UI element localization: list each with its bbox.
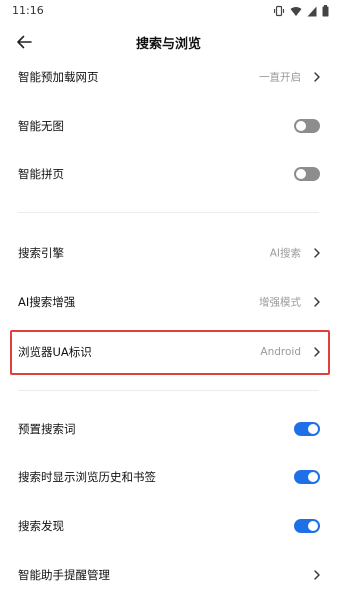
preset-search-words-toggle[interactable] bbox=[294, 422, 320, 436]
setting-ai-search-enhance[interactable]: AI搜索增强 增强模式 bbox=[0, 280, 337, 324]
smart-no-image-toggle[interactable] bbox=[294, 119, 320, 133]
search-discovery-toggle[interactable] bbox=[294, 519, 320, 533]
setting-label: 智能拼页 bbox=[18, 167, 64, 181]
section-divider bbox=[18, 390, 319, 391]
setting-label: 预置搜索词 bbox=[18, 422, 76, 436]
setting-smart-no-image[interactable]: 智能无图 bbox=[0, 104, 337, 148]
setting-label: AI搜索增强 bbox=[18, 295, 76, 309]
battery-icon bbox=[322, 5, 329, 17]
toggle-knob bbox=[308, 424, 318, 434]
highlight-box bbox=[10, 330, 330, 375]
chevron-right-icon bbox=[314, 570, 320, 580]
vibrate-icon bbox=[273, 5, 285, 17]
chevron-right-icon bbox=[314, 72, 320, 82]
page-title: 搜索与浏览 bbox=[135, 37, 201, 52]
setting-value: AI搜索 bbox=[269, 247, 301, 260]
smart-page-join-toggle[interactable] bbox=[294, 167, 320, 181]
toggle-knob bbox=[308, 521, 318, 531]
setting-smart-page-join[interactable]: 智能拼页 bbox=[0, 152, 337, 196]
toggle-knob bbox=[308, 472, 318, 482]
chevron-right-icon bbox=[314, 297, 320, 307]
setting-value: 增强模式 bbox=[259, 296, 301, 309]
setting-search-engine[interactable]: 搜索引擎 AI搜索 bbox=[0, 231, 337, 275]
setting-label: 搜索时显示浏览历史和书签 bbox=[18, 470, 156, 484]
signal-icon bbox=[307, 6, 317, 16]
toggle-knob bbox=[296, 169, 306, 179]
setting-label: 搜索发现 bbox=[18, 519, 64, 533]
setting-label: 智能预加载网页 bbox=[18, 70, 99, 84]
section-divider bbox=[18, 212, 319, 213]
setting-smart-preload[interactable]: 智能预加载网页 一直开启 bbox=[0, 55, 337, 99]
toggle-knob bbox=[296, 121, 306, 131]
show-history-bookmarks-toggle[interactable] bbox=[294, 470, 320, 484]
setting-preset-search-words[interactable]: 预置搜索词 bbox=[0, 407, 337, 451]
setting-label: 智能助手提醒管理 bbox=[18, 568, 110, 582]
chevron-right-icon bbox=[314, 248, 320, 258]
setting-assistant-reminders[interactable]: 智能助手提醒管理 bbox=[0, 553, 337, 597]
setting-show-history-bookmarks[interactable]: 搜索时显示浏览历史和书签 bbox=[0, 455, 337, 499]
status-time: 11:16 bbox=[12, 4, 44, 17]
setting-label: 搜索引擎 bbox=[18, 246, 64, 260]
setting-value: 一直开启 bbox=[259, 71, 301, 84]
status-icons bbox=[273, 5, 329, 17]
setting-label: 智能无图 bbox=[18, 119, 64, 133]
status-bar: 11:16 bbox=[0, 0, 337, 24]
setting-search-discovery[interactable]: 搜索发现 bbox=[0, 504, 337, 548]
wifi-icon bbox=[290, 6, 302, 16]
